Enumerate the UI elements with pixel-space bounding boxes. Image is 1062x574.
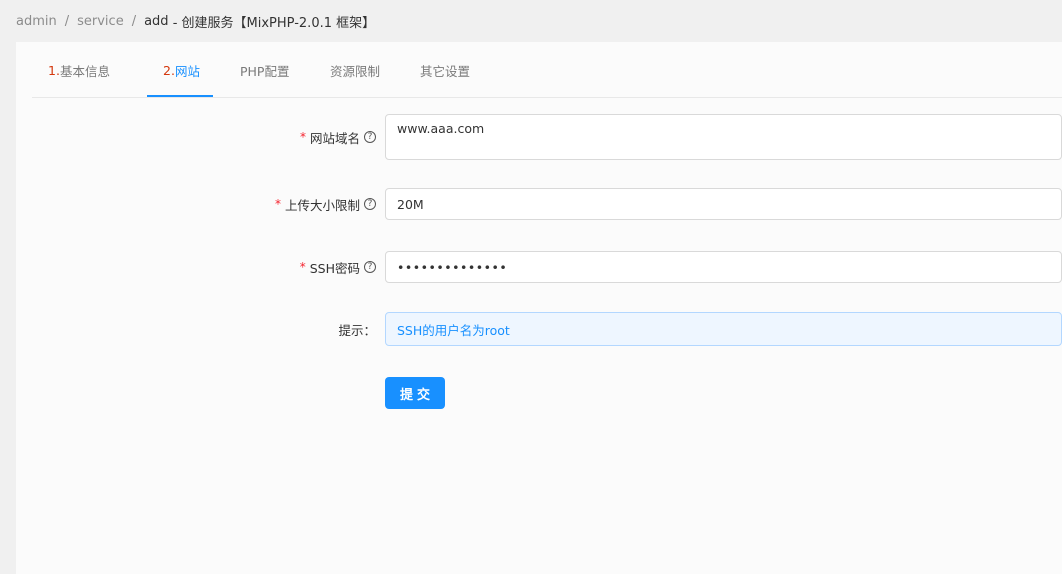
required-mark: *: [299, 130, 306, 144]
breadcrumb-item-service[interactable]: service: [77, 14, 124, 29]
breadcrumb-separator: /: [64, 13, 70, 29]
hint-alert: SSH的用户名为root: [385, 312, 1062, 346]
domain-label: * 网站域名 ?: [300, 114, 376, 160]
ssh-password-input[interactable]: ••••••••••••••: [385, 251, 1062, 283]
step-tabs: 1. 基本信息 2. 网站 PHP配置 资源限制 其它设置: [32, 42, 1062, 98]
ssh-password-label: * SSH密码 ?: [300, 251, 376, 283]
domain-textarea[interactable]: www.aaa.com: [385, 114, 1062, 160]
tab-resource-limits[interactable]: 资源限制: [330, 42, 380, 98]
question-circle-icon[interactable]: ?: [364, 261, 376, 273]
tab-php-config[interactable]: PHP配置: [240, 42, 289, 98]
tab-step-number: 2.: [163, 62, 175, 78]
hint-label-text: 提示：: [338, 322, 376, 338]
question-circle-icon[interactable]: ?: [364, 198, 376, 210]
breadcrumb-item-admin[interactable]: admin: [16, 14, 57, 29]
submit-button[interactable]: 提交: [385, 377, 445, 409]
tab-basic-info[interactable]: 1. 基本信息: [48, 42, 110, 98]
tab-label: PHP配置: [240, 63, 290, 79]
form-panel: 1. 基本信息 2. 网站 PHP配置 资源限制 其它设置 * 网站域名 ? www…: [16, 42, 1062, 574]
upload-limit-label: * 上传大小限制 ?: [275, 188, 376, 220]
tab-label: 资源限制: [330, 63, 381, 79]
active-tab-indicator: [147, 95, 213, 97]
tab-label: 其它设置: [420, 63, 471, 79]
upload-limit-input[interactable]: [385, 188, 1062, 220]
tab-website[interactable]: 2. 网站: [163, 42, 200, 98]
required-mark: *: [299, 260, 306, 274]
breadcrumb: admin / service / add - 创建服务【MixPHP-2.0.…: [16, 0, 375, 42]
tab-label: 网站: [174, 63, 200, 79]
required-mark: *: [274, 197, 281, 211]
ssh-password-label-text: SSH密码: [309, 260, 360, 276]
question-circle-icon[interactable]: ?: [364, 131, 376, 143]
breadcrumb-separator: /: [131, 13, 137, 29]
tab-label: 基本信息: [59, 63, 110, 79]
domain-label-text: 网站域名: [309, 130, 360, 146]
upload-limit-label-text: 上传大小限制: [284, 197, 360, 213]
hint-text: SSH的用户名为root: [397, 322, 510, 338]
hint-label: 提示：: [338, 312, 376, 346]
tab-step-number: 1.: [48, 62, 60, 78]
breadcrumb-current-title: - 创建服务【MixPHP-2.0.1 框架】: [168, 15, 376, 31]
tab-other-settings[interactable]: 其它设置: [420, 42, 470, 98]
password-mask: ••••••••••••••: [397, 259, 508, 275]
breadcrumb-item-add: add: [144, 13, 169, 29]
